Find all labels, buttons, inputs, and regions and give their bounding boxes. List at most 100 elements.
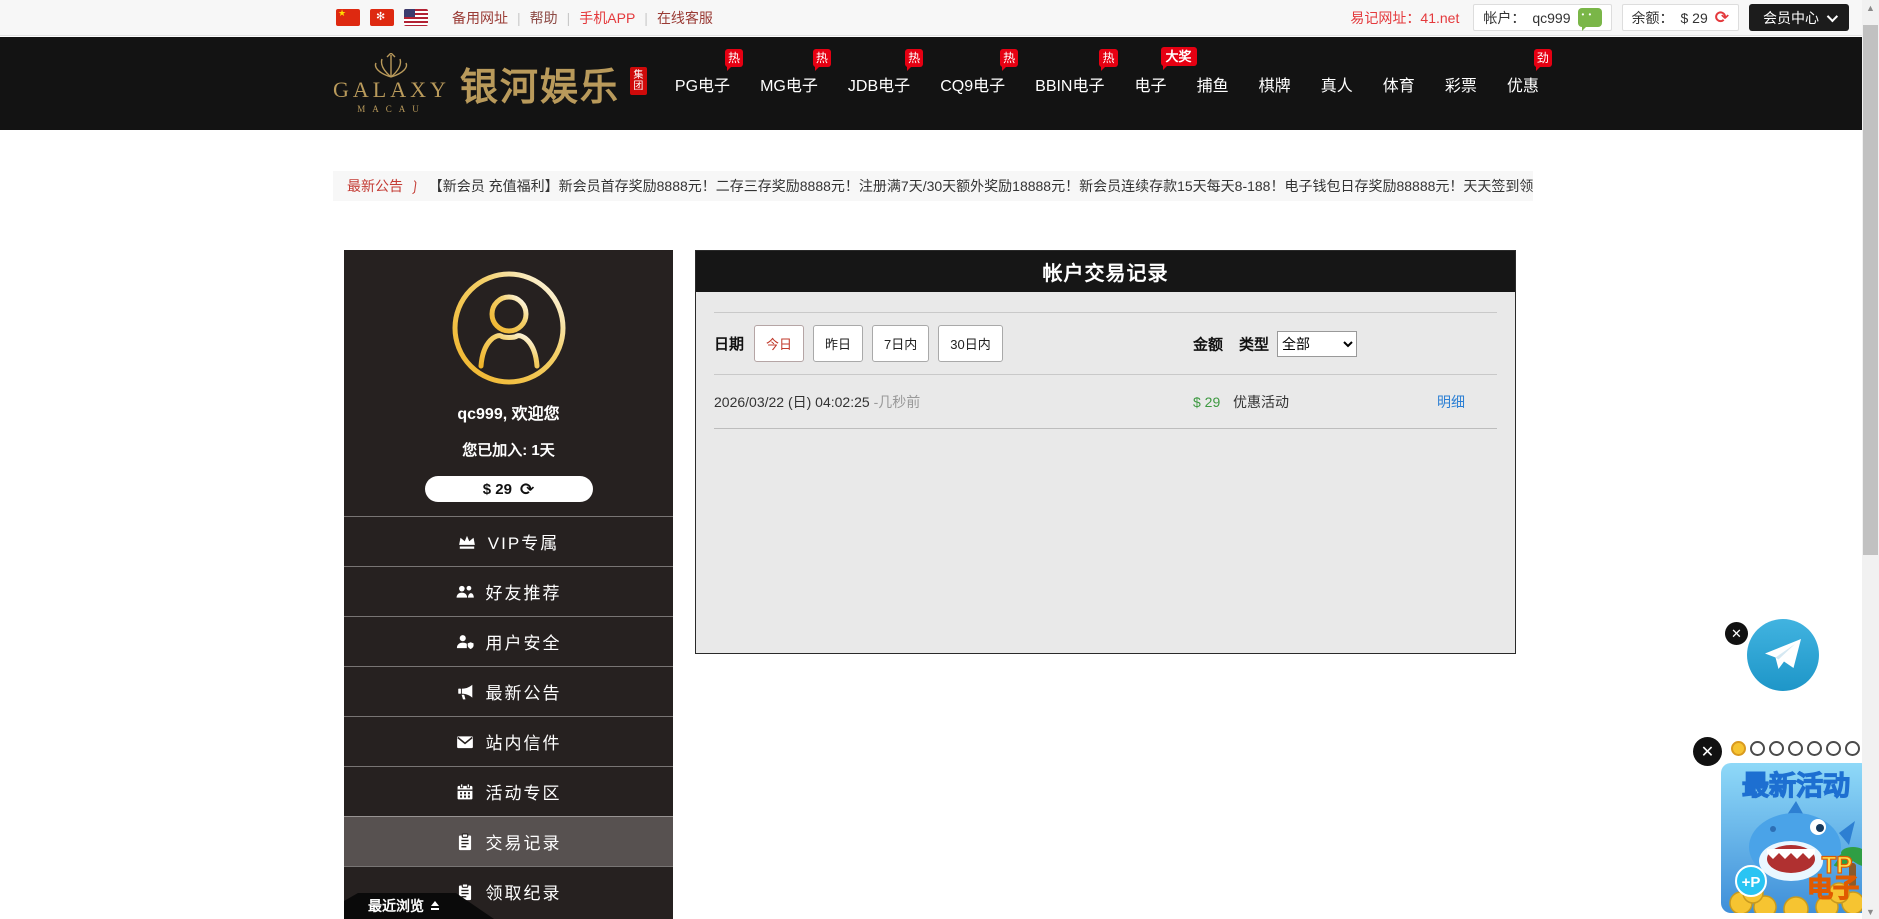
users-icon xyxy=(456,583,474,601)
scrollbar-thumb[interactable] xyxy=(1863,25,1878,555)
usa-flag-icon[interactable] xyxy=(404,9,428,26)
crown-logo-icon xyxy=(333,53,450,79)
close-icon[interactable]: ✕ xyxy=(1693,737,1722,766)
refresh-icon[interactable]: ⟳ xyxy=(520,481,534,498)
sidebar-item-label: 领取纪录 xyxy=(486,879,562,904)
user-avatar[interactable] xyxy=(451,270,567,386)
date-filter-buttons: 今日昨日7日内30日内 xyxy=(754,325,1012,362)
logo-macau-text: MACAU xyxy=(333,104,450,114)
promo-dot-4[interactable] xyxy=(1788,741,1803,756)
type-select[interactable]: 全部 xyxy=(1277,331,1357,357)
scroll-down-arrow[interactable]: ▼ xyxy=(1862,904,1879,919)
nav-item-6[interactable]: 电子大奖 xyxy=(1135,66,1167,102)
telegram-widget: ✕ xyxy=(1725,617,1835,697)
transaction-panel: 帐户交易记录 日期 今日昨日7日内30日内 金额 类型 全部 2026/03/2… xyxy=(695,250,1516,654)
hot-badge: 热 xyxy=(905,49,923,67)
nav-item-7[interactable]: 捕鱼 xyxy=(1197,66,1229,102)
account-value: qc999 xyxy=(1532,10,1570,26)
transaction-type: 优惠活动 xyxy=(1233,392,1289,412)
sidebar-item-label: 用户安全 xyxy=(486,629,562,654)
vertical-scrollbar[interactable]: ▲ ▼ xyxy=(1862,0,1879,919)
envelope-icon xyxy=(456,733,474,751)
megaphone-icon xyxy=(456,683,474,701)
sidebar-item-6[interactable]: 活动专区 xyxy=(344,766,673,816)
top-link-3[interactable]: 手机APP xyxy=(579,8,635,28)
announcement-bar: 最新公告 ❳ 【新会员 充值福利】新会员首存奖励8888元！二存三存奖励8888… xyxy=(333,171,1533,201)
crown-icon xyxy=(458,533,476,551)
announcement-divider: ❳ xyxy=(408,177,422,195)
top-link-2[interactable]: 帮助 xyxy=(530,8,558,28)
promo-banner-image[interactable]: 最新活动 +P TP 电子 xyxy=(1721,763,1871,918)
scroll-up-arrow[interactable]: ▲ xyxy=(1862,0,1879,15)
nav-item-11[interactable]: 彩票 xyxy=(1445,66,1477,102)
promo-dot-5[interactable] xyxy=(1807,741,1822,756)
logo-seal: 集团 xyxy=(630,67,647,95)
hot-badge: 热 xyxy=(1000,49,1018,67)
balance-label: 余额： xyxy=(1632,8,1674,28)
date-filter-3[interactable]: 7日内 xyxy=(872,325,929,362)
close-icon[interactable]: ✕ xyxy=(1725,622,1748,645)
hongkong-flag-icon[interactable] xyxy=(370,9,394,26)
china-flag-icon[interactable] xyxy=(336,9,360,26)
member-center-button[interactable]: 会员中心 xyxy=(1749,4,1849,31)
transaction-ago: -几秒前 xyxy=(874,394,921,410)
top-link-1[interactable]: 备用网址 xyxy=(452,8,508,28)
balance-box: 余额：$ 29 ⟳ xyxy=(1622,4,1740,31)
sidebar-item-label: 最新公告 xyxy=(486,679,562,704)
nav-item-10[interactable]: 体育 xyxy=(1383,66,1415,102)
date-filter-4[interactable]: 30日内 xyxy=(938,325,1002,362)
hot-badge: 热 xyxy=(813,49,831,67)
sidebar-balance-pill[interactable]: $ 29 ⟳ xyxy=(425,476,593,502)
sidebar-item-label: VIP专属 xyxy=(488,529,559,554)
hot-badge: 劲 xyxy=(1534,49,1552,67)
sidebar-item-label: 交易记录 xyxy=(486,829,562,854)
telegram-icon[interactable] xyxy=(1745,617,1821,698)
hot-badge: 大奖 xyxy=(1161,47,1197,66)
nav-item-12[interactable]: 优惠劲 xyxy=(1507,66,1539,102)
refresh-icon[interactable]: ⟳ xyxy=(1715,9,1729,26)
amount-column-label: 金额 xyxy=(1193,333,1223,354)
date-filter-1[interactable]: 今日 xyxy=(754,325,804,362)
nav-item-8[interactable]: 棋牌 xyxy=(1259,66,1291,102)
logo-chinese-text: 银河娱乐 xyxy=(460,56,620,111)
top-link-4[interactable]: 在线客服 xyxy=(657,8,713,28)
sidebar-item-4[interactable]: 最新公告 xyxy=(344,666,673,716)
nav-item-1[interactable]: PG电子热 xyxy=(675,66,730,102)
nav-item-4[interactable]: CQ9电子热 xyxy=(940,66,1005,102)
promo-dot-6[interactable] xyxy=(1826,741,1841,756)
sidebar-item-label: 好友推荐 xyxy=(486,579,562,604)
calendar-icon xyxy=(456,783,474,801)
site-logo[interactable]: GALAXY MACAU 银河娱乐 集团 xyxy=(333,53,647,114)
promo-popup: ✕ 最新活动 xyxy=(1693,735,1873,919)
type-column-label: 类型 xyxy=(1239,333,1269,354)
sidebar-item-3[interactable]: 用户安全 xyxy=(344,616,673,666)
transaction-row-1: 2026/03/22 (日) 04:02:25 -几秒前$ 29优惠活动明细 xyxy=(714,375,1497,429)
nav-item-5[interactable]: BBIN电子热 xyxy=(1035,66,1104,102)
detail-link[interactable]: 明细 xyxy=(1437,392,1465,412)
account-sidebar: qc999, 欢迎您 您已加入: 1天 $ 29 ⟳ VIP专属好友推荐用户安全… xyxy=(344,250,673,919)
welcome-text: qc999, 欢迎您 xyxy=(344,400,673,424)
chat-bubble-icon[interactable] xyxy=(1578,8,1602,27)
date-filter-2[interactable]: 昨日 xyxy=(813,325,863,362)
transaction-amount: $ 29 xyxy=(1193,394,1220,410)
nav-item-2[interactable]: MG电子热 xyxy=(760,66,818,102)
promo-dot-7[interactable] xyxy=(1845,741,1860,756)
hot-badge: 热 xyxy=(1099,49,1117,67)
sidebar-item-5[interactable]: 站内信件 xyxy=(344,716,673,766)
date-filter-label: 日期 xyxy=(714,333,744,354)
sidebar-item-label: 活动专区 xyxy=(486,779,562,804)
promo-dot-2[interactable] xyxy=(1750,741,1765,756)
nav-item-9[interactable]: 真人 xyxy=(1321,66,1353,102)
sidebar-menu: VIP专属好友推荐用户安全最新公告站内信件活动专区交易记录领取纪录 xyxy=(344,516,673,916)
announcement-label[interactable]: 最新公告 xyxy=(347,176,403,196)
sidebar-item-7[interactable]: 交易记录 xyxy=(344,816,673,866)
quick-url[interactable]: 易记网址：41.net xyxy=(1350,8,1459,28)
svg-text:最新活动: 最新活动 xyxy=(1742,770,1850,801)
promo-dot-1[interactable] xyxy=(1731,741,1746,756)
sidebar-item-label: 站内信件 xyxy=(486,729,562,754)
sidebar-item-1[interactable]: VIP专属 xyxy=(344,516,673,566)
sidebar-item-2[interactable]: 好友推荐 xyxy=(344,566,673,616)
separator: | xyxy=(517,10,521,26)
nav-item-3[interactable]: JDB电子热 xyxy=(848,66,910,102)
promo-dot-3[interactable] xyxy=(1769,741,1784,756)
